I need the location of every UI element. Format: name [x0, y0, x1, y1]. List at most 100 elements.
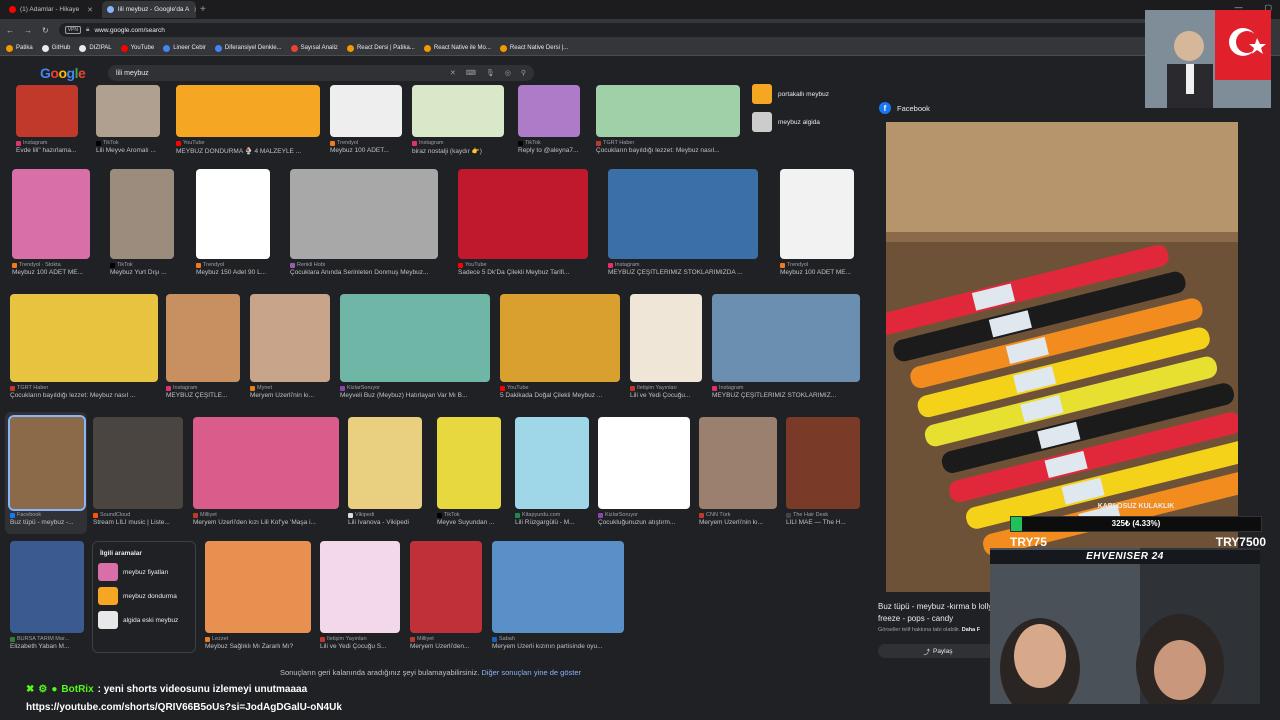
- image-thumbnail[interactable]: [608, 169, 758, 259]
- image-result[interactable]: Kitapyurdu.com Lili Rüzgargülü - M...: [515, 417, 589, 526]
- image-thumbnail[interactable]: [8, 415, 86, 511]
- image-result[interactable]: Renkli Hobi Çocuklara Anında Serinleten D…: [290, 169, 438, 276]
- image-result[interactable]: Instagram MEYBUZ ÇEŞİTLE...: [166, 294, 240, 399]
- image-thumbnail[interactable]: [410, 541, 482, 633]
- browser-tab-0[interactable]: (1) Adamlar - Hikaye ✕: [4, 1, 98, 18]
- image-title[interactable]: Meybuz 100 ADET...: [330, 147, 402, 154]
- image-result[interactable]: Trendyol Meybuz 100 ADET ME...: [780, 169, 854, 276]
- image-title[interactable]: Buz tüpü - meybuz -...: [10, 519, 84, 526]
- image-thumbnail[interactable]: [12, 169, 90, 259]
- related-item[interactable]: meybuz fiyatları: [93, 563, 195, 581]
- reload-icon[interactable]: ↻: [42, 26, 49, 35]
- image-result[interactable]: TGRT Haber Çocukların bayıldığı lezzet: M…: [10, 294, 158, 399]
- image-result[interactable]: Instagram MEYBUZ ÇEŞİTLERİMİZ STOKLARIMIZ…: [712, 294, 860, 399]
- address-bar[interactable]: VPN 🔒︎ www.google.com/search: [58, 23, 1159, 37]
- image-result[interactable]: Milliyet Meryem Uzerli'den kızı Lili Kof'…: [193, 417, 339, 526]
- image-thumbnail[interactable]: [205, 541, 311, 633]
- image-result[interactable]: KizlarSoruyor Meyveli Buz (Meybuz) Hatırl…: [340, 294, 490, 399]
- image-result[interactable]: BURSA TARIM Mar... Elizabeth Yaban M...: [10, 541, 84, 650]
- learn-more-link[interactable]: Daha F: [962, 627, 980, 633]
- image-thumbnail[interactable]: [492, 541, 624, 633]
- image-result[interactable]: YouTube MEYBUZ DONDURMA 🍨 4 MALZEYLE ...: [176, 85, 320, 155]
- bookmark-item[interactable]: Patika: [6, 44, 33, 52]
- image-result[interactable]: Mynet Meryem Uzerli'nin kı...: [250, 294, 330, 399]
- image-thumbnail[interactable]: [330, 85, 402, 137]
- image-result[interactable]: KizlarSoruyor Çocukluğunuzun atıştırm...: [598, 417, 690, 526]
- image-title[interactable]: Meyve Suyundan ...: [437, 519, 501, 526]
- image-thumbnail[interactable]: [458, 169, 588, 259]
- image-thumbnail[interactable]: [500, 294, 620, 382]
- image-thumbnail[interactable]: [16, 85, 78, 137]
- image-title[interactable]: Meryem Uzerli kızının partisinde oyu...: [492, 643, 624, 650]
- image-thumbnail[interactable]: [437, 417, 501, 509]
- image-thumbnail[interactable]: [515, 417, 589, 509]
- preview-source[interactable]: Facebook: [897, 104, 930, 113]
- chip-meybuz-algida[interactable]: meybuz algida: [752, 108, 858, 136]
- image-title[interactable]: Meybuz Sağlıklı Mı Zararlı Mı?: [205, 643, 311, 650]
- back-icon[interactable]: ←: [6, 26, 14, 35]
- bookmark-item[interactable]: React Native Dersi |...: [499, 44, 568, 52]
- image-title[interactable]: Stream LILI music | Liste...: [93, 519, 183, 526]
- clear-icon[interactable]: ✕: [450, 69, 456, 77]
- image-title[interactable]: Evde lili" hazırlama...: [16, 147, 78, 154]
- image-title[interactable]: Lili İvanova - Vikipedi: [348, 519, 422, 526]
- image-result[interactable]: Lezzet Meybuz Sağlıklı Mı Zararlı Mı?: [205, 541, 311, 650]
- bookmark-item[interactable]: Sayısal Analiz: [290, 44, 338, 52]
- bookmark-item[interactable]: Lineer Cebir: [163, 44, 206, 52]
- related-item[interactable]: algida eski meybuz: [93, 611, 195, 629]
- image-thumbnail[interactable]: [176, 85, 320, 137]
- image-thumbnail[interactable]: [340, 294, 490, 382]
- image-title[interactable]: MEYBUZ DONDURMA 🍨 4 MALZEYLE ...: [176, 147, 320, 155]
- image-title[interactable]: Sadece 5 Dk'Da Çilekli Meybuz Tarifi...: [458, 269, 588, 276]
- image-title[interactable]: Çocukların bayıldığı lezzet: Meybuz nası…: [10, 392, 158, 399]
- image-title[interactable]: Çocukluğunuzun atıştırm...: [598, 519, 690, 526]
- image-result[interactable]: TGRT Haber Çocukların bayıldığı lezzet: M…: [596, 85, 740, 154]
- image-title[interactable]: Meybuz 150 Adet 90 L...: [196, 269, 270, 276]
- vpn-badge[interactable]: VPN: [64, 26, 81, 34]
- keyboard-icon[interactable]: ⌨: [466, 69, 476, 77]
- image-thumbnail[interactable]: [96, 85, 160, 137]
- image-title[interactable]: Meryem Uzerli'nin kı...: [250, 392, 330, 399]
- image-thumbnail[interactable]: [196, 169, 270, 259]
- image-thumbnail[interactable]: [786, 417, 860, 509]
- bookmark-item[interactable]: React Native ile Mo...: [423, 44, 491, 52]
- bookmark-item[interactable]: GitHub: [41, 44, 70, 52]
- image-thumbnail[interactable]: [320, 541, 400, 633]
- image-title[interactable]: Reply to @aleyna7...: [518, 147, 580, 154]
- browser-tab-1[interactable]: lili meybuz - Google'da A ✕: [102, 1, 196, 18]
- image-title[interactable]: Elizabeth Yaban M...: [10, 643, 84, 650]
- image-title[interactable]: Meyveli Buz (Meybuz) Hatırlayan Var Mı B…: [340, 392, 490, 399]
- image-title[interactable]: Lili Meyve Aromalı ...: [96, 147, 160, 154]
- image-thumbnail[interactable]: [166, 294, 240, 382]
- image-thumbnail[interactable]: [348, 417, 422, 509]
- image-result[interactable]: İletişim Yayınları Lili ve Yedi Çocuğu...: [630, 294, 702, 399]
- image-title[interactable]: Çocuklara Anında Serinleten Donmuş Meybu…: [290, 269, 438, 276]
- image-thumbnail[interactable]: [10, 541, 84, 633]
- chip-portakalli-meybuz[interactable]: portakallı meybuz: [752, 80, 858, 108]
- image-title[interactable]: Lili Rüzgargülü - M...: [515, 519, 589, 526]
- preview-caption[interactable]: Buz tüpü - meybuz -kırma b lolly - freez…: [878, 601, 998, 625]
- image-title[interactable]: Meybuz 100 ADET ME...: [780, 269, 854, 276]
- image-title[interactable]: Meybuz Yurt Dışı ...: [110, 269, 174, 276]
- image-thumbnail[interactable]: [598, 417, 690, 509]
- image-thumbnail[interactable]: [10, 294, 158, 382]
- image-thumbnail[interactable]: [630, 294, 702, 382]
- image-thumbnail[interactable]: [699, 417, 777, 509]
- search-icon[interactable]: ⚲: [521, 69, 526, 77]
- image-result[interactable]: Instagram Evde lili" hazırlama...: [16, 85, 78, 154]
- image-title[interactable]: Meryem Uzerli'den kızı Lili Kof'ye 'Maşa…: [193, 519, 339, 526]
- image-result[interactable]: The Hair Desk LILI MAE — The H...: [786, 417, 860, 526]
- image-title[interactable]: biraz nostalji (kaydır 👉): [412, 147, 504, 155]
- image-title[interactable]: Meryem Uzerli'den...: [410, 643, 482, 650]
- new-tab-icon[interactable]: +: [200, 4, 206, 15]
- image-result[interactable]: TikTok Lili Meyve Aromalı ...: [96, 85, 160, 154]
- image-title[interactable]: LILI MAE — The H...: [786, 519, 860, 526]
- image-title[interactable]: MEYBUZ ÇEŞİTLERİMİZ STOKLARIMIZ...: [712, 392, 860, 399]
- bookmark-item[interactable]: DIZIPAL: [79, 44, 112, 52]
- image-thumbnail[interactable]: [412, 85, 504, 137]
- image-result[interactable]: Instagram biraz nostalji (kaydır 👉): [412, 85, 504, 155]
- image-title[interactable]: 5 Dakikada Doğal Çilekli Meybuz ...: [500, 392, 620, 399]
- image-result[interactable]: TikTok Reply to @aleyna7...: [518, 85, 580, 154]
- microphone-icon[interactable]: 🎙︎: [486, 69, 495, 77]
- show-more-link[interactable]: Diğer sonuçları yine de göster: [481, 668, 581, 677]
